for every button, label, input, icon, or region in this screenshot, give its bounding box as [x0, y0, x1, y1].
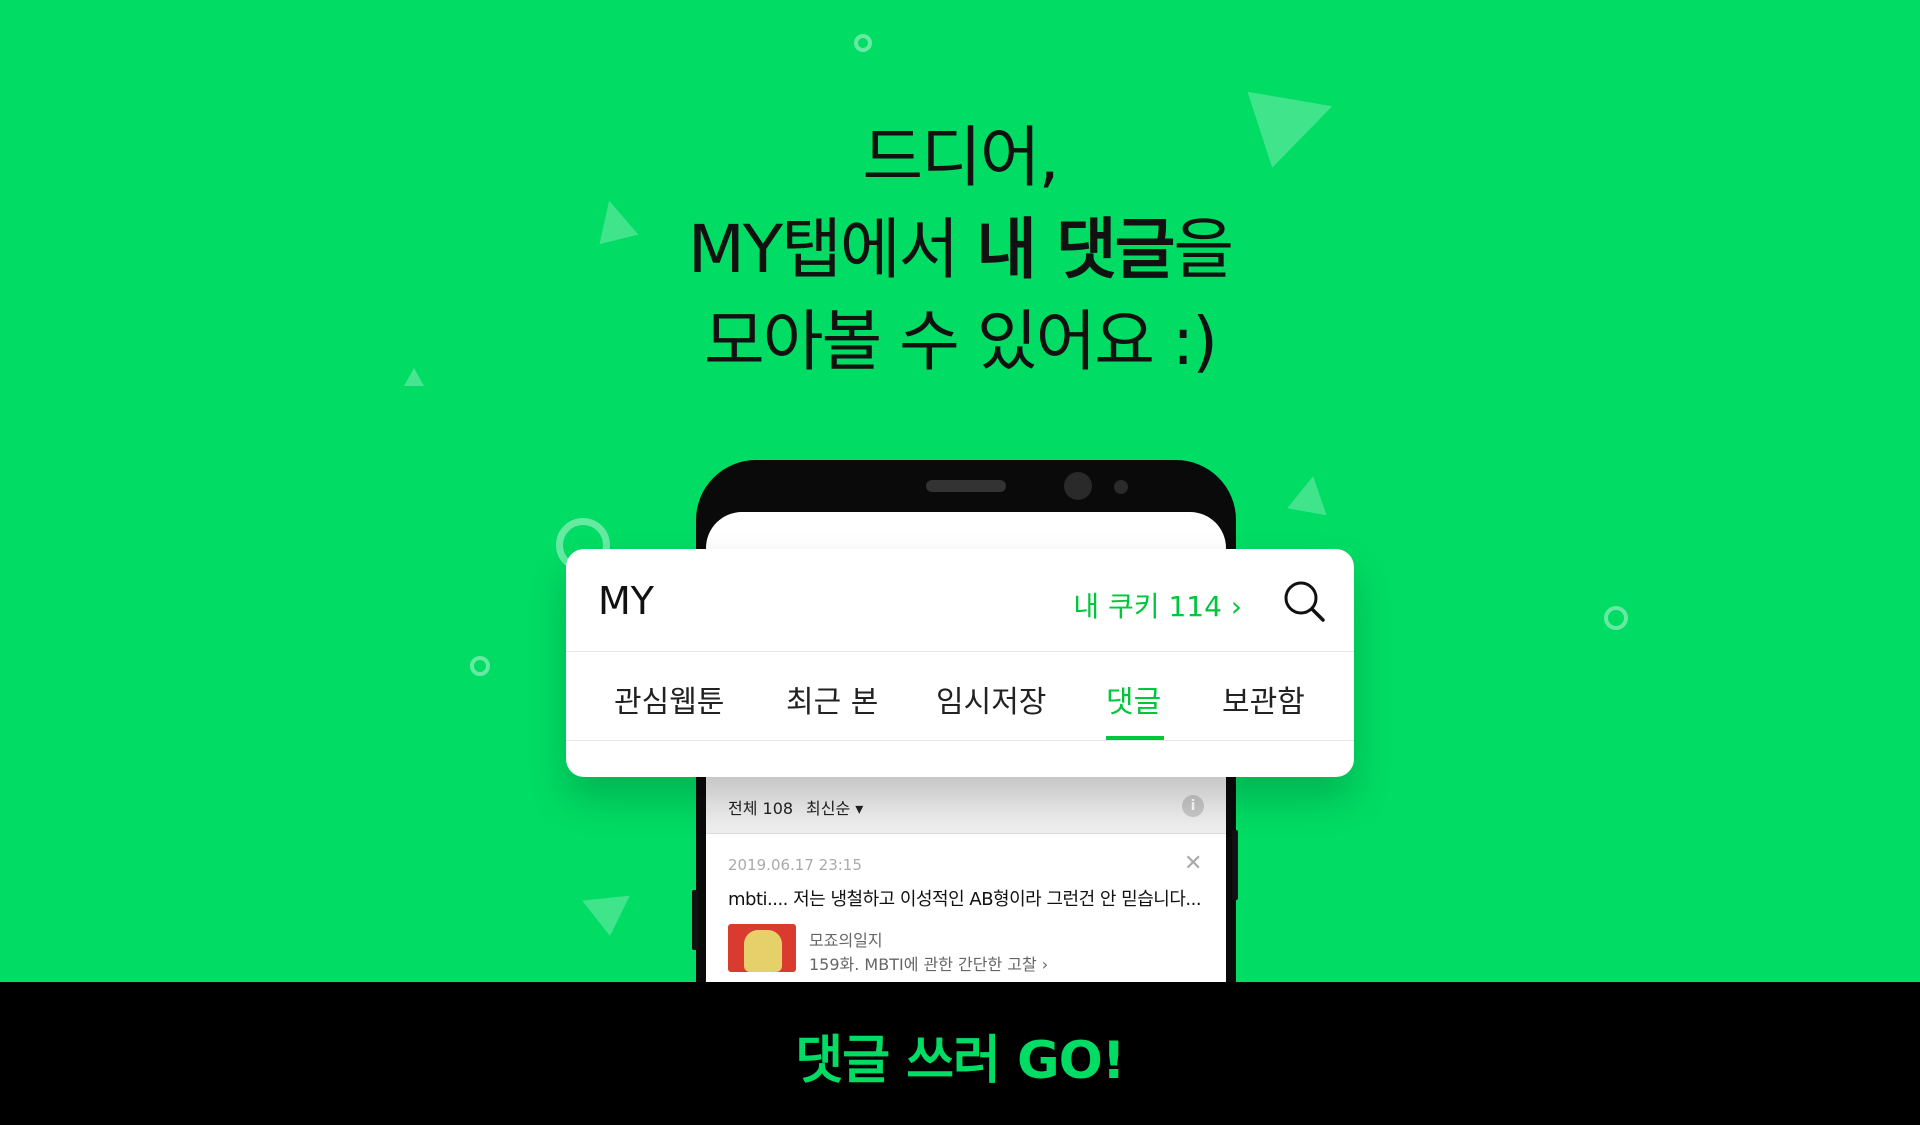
headline-line-2-suffix: 을 [1173, 211, 1234, 288]
deco-triangle-right-icon [1287, 472, 1333, 516]
tab-favorites[interactable]: 관심웹툰 [614, 677, 724, 721]
phone-side-button [1232, 830, 1238, 900]
headline-line-2-prefix: MY탭에서 [687, 211, 977, 288]
phone-camera-icon [1064, 472, 1092, 500]
comment-date: 2019.06.17 23:15 [728, 856, 862, 874]
my-tab-card: MY 내 쿠키 114 › 관심웹툰 최근 본 임시저장 댓글 보관함 [566, 549, 1354, 777]
list-header: 전체 108 최신순 ▾ i [706, 777, 1226, 834]
deco-ring-left-icon [470, 656, 490, 676]
deco-ring-small-icon [854, 34, 872, 52]
my-title: MY [598, 579, 654, 623]
episode-link[interactable]: 159화. MBTI에 관한 간단한 고찰 › [809, 951, 1048, 975]
headline-line-2-bold: 내 댓글 [976, 211, 1175, 288]
phone-side-button [692, 890, 698, 950]
comment-text[interactable]: mbti.... 저는 냉철하고 이성적인 AB형이라 그런건 안 믿습니다..… [728, 885, 1202, 911]
cta-banner[interactable]: 댓글 쓰러 GO! [0, 982, 1920, 1125]
deco-ring-right-icon [1604, 606, 1628, 630]
search-icon[interactable] [1282, 579, 1326, 623]
headline-line-3: 모아볼 수 있어요 :) [704, 303, 1218, 380]
comment-list: 전체 108 최신순 ▾ i 2019.06.17 23:15 ✕ mbti..… [706, 777, 1226, 982]
tab-recent[interactable]: 최근 본 [786, 677, 878, 721]
deco-triangle-bottom-icon [582, 895, 634, 939]
phone-speaker [926, 480, 1006, 492]
phone-sensor-icon [1114, 480, 1128, 494]
hero-area: 드디어, MY탭에서 내 댓글을 모아볼 수 있어요 :) 전체 108 최신순… [0, 0, 1920, 982]
close-icon[interactable]: ✕ [1184, 853, 1202, 875]
card-divider [566, 651, 1354, 652]
cookie-link[interactable]: 내 쿠키 114 › [1073, 585, 1242, 625]
character-face-icon [744, 930, 782, 972]
list-count: 전체 108 [728, 799, 794, 818]
headline-line-1: 드디어, [862, 119, 1059, 196]
webtoon-title[interactable]: 모죠의일지 [809, 927, 883, 951]
headline-line-2: MY탭에서 내 댓글을 [0, 204, 1920, 296]
headline: 드디어, MY탭에서 내 댓글을 모아볼 수 있어요 :) [0, 112, 1920, 388]
tab-comments[interactable]: 댓글 [1106, 677, 1161, 721]
webtoon-thumbnail[interactable] [728, 924, 796, 972]
tab-storage[interactable]: 보관함 [1222, 677, 1305, 721]
tabs-divider [566, 740, 1354, 741]
sort-dropdown[interactable]: 최신순 ▾ [806, 795, 863, 819]
cta-label[interactable]: 댓글 쓰러 GO! [0, 1018, 1920, 1093]
info-icon[interactable]: i [1182, 795, 1204, 817]
tab-drafts[interactable]: 임시저장 [936, 677, 1046, 721]
